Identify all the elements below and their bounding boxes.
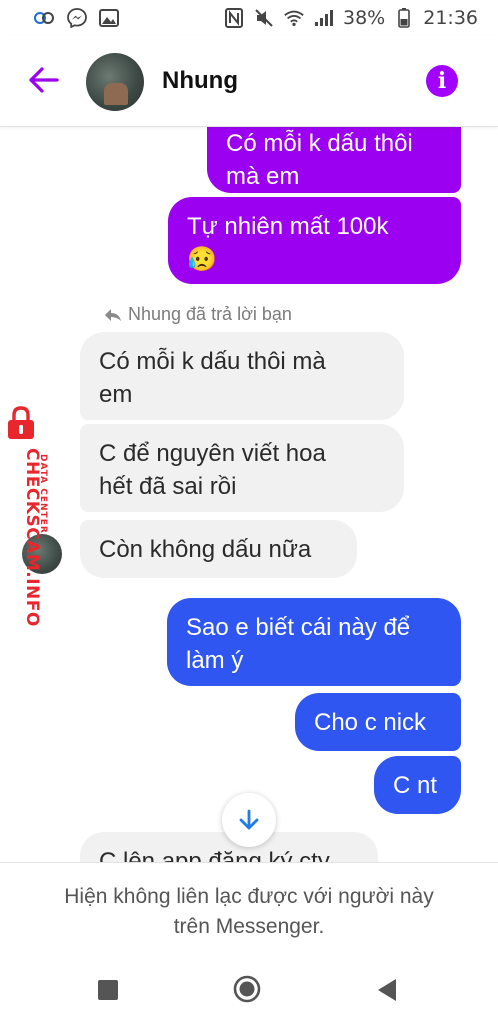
watermark-tagline: DATA CENTER — [38, 454, 48, 534]
message-bubble[interactable]: Tự nhiên mất 100k 😥 — [168, 197, 461, 284]
mute-icon — [253, 8, 275, 28]
triangle-icon — [378, 979, 396, 1001]
recent-apps-button[interactable] — [98, 980, 118, 1000]
contact-name[interactable]: Nhung — [162, 67, 238, 95]
lock-icon — [8, 406, 34, 439]
unavailable-notice-text: Hiện không liên lạc được với người này t… — [64, 885, 434, 938]
message-bubble[interactable]: Có mỗi k dấu thôi mà em — [207, 126, 461, 193]
info-button[interactable]: i — [426, 65, 458, 97]
link-notification-icon — [34, 8, 56, 28]
checkscam-watermark: CHECKSCAM.INFO DATA CENTER — [2, 406, 58, 646]
message-bubble[interactable]: C nt — [374, 756, 461, 814]
wifi-icon — [283, 8, 305, 28]
info-icon: i — [437, 68, 447, 94]
scroll-to-bottom-button[interactable] — [222, 793, 276, 847]
status-notification-icons — [34, 8, 120, 28]
clock: 21:36 — [423, 7, 478, 29]
message-bubble[interactable]: Sao e biết cái này để làm ý — [167, 598, 461, 686]
signal-icon — [313, 8, 335, 28]
contact-avatar[interactable] — [86, 53, 144, 111]
system-back-button[interactable] — [376, 977, 398, 1003]
messenger-notification-icon — [66, 8, 88, 28]
message-bubble[interactable]: Cho c nick — [295, 693, 461, 751]
message-bubble[interactable]: Còn không dấu nữa — [80, 520, 357, 578]
gallery-notification-icon — [98, 8, 120, 28]
conversation-header: Nhung i — [0, 36, 498, 127]
message-bubble[interactable]: Có mỗi k dấu thôi mà em — [80, 332, 404, 420]
circle-icon — [239, 981, 255, 997]
message-list[interactable]: Có mỗi k dấu thôi mà em Tự nhiên mất 100… — [0, 126, 498, 862]
battery-percent: 38% — [343, 7, 386, 29]
system-navigation-bar — [0, 962, 498, 1024]
unavailable-notice: Hiện không liên lạc được với người này t… — [0, 862, 498, 963]
back-button[interactable] — [26, 63, 60, 97]
reply-indicator: Nhung đã trả lời bạn — [104, 304, 292, 325]
reply-icon — [105, 308, 121, 321]
message-bubble[interactable]: C để nguyên viết hoa hết đã sai rồi — [80, 424, 404, 512]
nfc-icon — [223, 8, 245, 28]
arrow-left-icon — [29, 67, 59, 93]
reply-note-text: Nhung đã trả lời bạn — [128, 304, 292, 324]
status-system-icons: 38% 21:36 — [223, 7, 478, 29]
home-button[interactable] — [233, 975, 261, 1003]
battery-icon — [393, 8, 415, 28]
arrow-down-icon — [239, 809, 259, 830]
status-bar: 38% 21:36 — [0, 0, 498, 36]
